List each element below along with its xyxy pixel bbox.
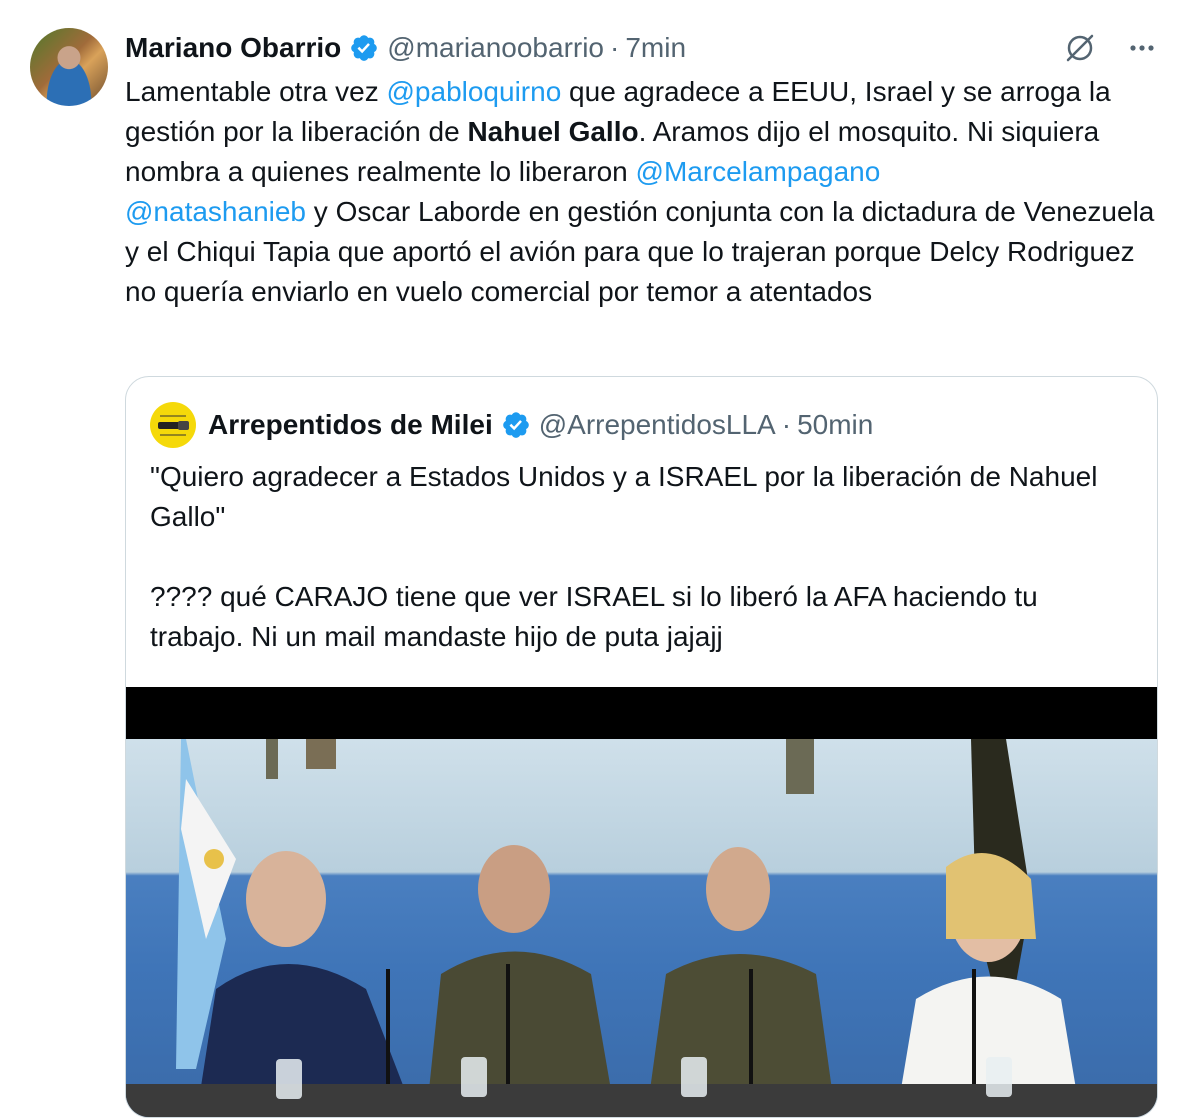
press-conference-illustration [126,739,1157,1117]
quoted-author-avatar[interactable] [150,402,196,448]
author-avatar[interactable] [30,28,108,106]
mention-link[interactable]: @Marcelampagano [636,156,881,187]
separator-dot: · [610,32,620,63]
tweet-actions-top [1062,30,1160,66]
grok-icon[interactable] [1062,30,1098,66]
quoted-tweet-time[interactable]: 50min [797,409,873,441]
quoted-author-name[interactable]: Arrepentidos de Milei [208,409,493,441]
verified-badge-icon [502,412,529,438]
press-conference-image [126,739,1157,1117]
author-name[interactable]: Mariano Obarrio [125,32,341,64]
mention-link[interactable]: @natashanieb [125,196,306,227]
chainsaw-logo-icon [158,415,189,436]
tweet[interactable]: Mariano Obarrio @marianoobarrio · 7min L… [0,0,1200,1118]
text-segment: Lamentable otra vez [125,76,387,107]
quoted-tweet-media[interactable] [126,687,1157,1117]
separator-dot: · [781,409,792,440]
quoted-author-handle[interactable]: @ArrepentidosLLA [539,409,776,441]
tweet-text: Lamentable otra vez @pabloquirno que agr… [125,72,1165,312]
quoted-tweet-header: Arrepentidos de Milei @ArrepentidosLLA ·… [150,402,873,448]
author-handle[interactable]: @marianoobarrio [387,32,604,64]
bold-text: Nahuel Gallo [467,116,639,147]
tweet-time[interactable]: 7min [625,32,686,64]
verified-badge-icon [351,35,378,61]
tweet-header: Mariano Obarrio @marianoobarrio · 7min [125,28,686,68]
quoted-tweet[interactable]: Arrepentidos de Milei @ArrepentidosLLA ·… [125,376,1158,1118]
quoted-tweet-text: "Quiero agradecer a Estados Unidos y a I… [150,461,1098,652]
mention-link[interactable]: @pabloquirno [387,76,562,107]
more-options-icon[interactable] [1124,30,1160,66]
